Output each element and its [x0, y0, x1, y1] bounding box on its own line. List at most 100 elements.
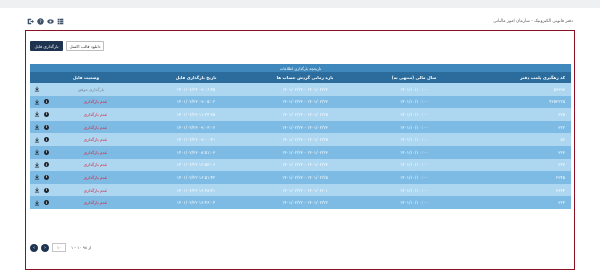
cell-status: ! عدم بارگذاری	[30, 183, 142, 197]
table-row: ! عدم بارگذاری ۱۴۰۱/۰۲/۲۳ ۱۱:۲۴:۳۵ ۱۴۰۱/…	[30, 108, 572, 121]
help-icon[interactable]: ?	[37, 18, 44, 25]
status-badge: عدم بارگذاری	[83, 99, 108, 105]
cell-registration-code: ۵۶	[468, 133, 572, 146]
table-row: ! عدم بارگذاری ۱۴۰۱/۰۲/۲۳ ۰۹:۰۳:۰۲ ۱۴۰۱/…	[30, 120, 572, 134]
page-size-select[interactable]: ۱۰	[52, 243, 66, 252]
pagination-info: ۱ - ۱۰ از ۹۸	[71, 245, 92, 250]
cell-period: ۱۴۰۱/۰۲/۲۳ - ۱۴۰۱/۰۲/۲۳	[250, 120, 360, 134]
cell-fiscal-year: ۱۴۰۱/۱۰/۱ ۰:۰۰	[360, 108, 468, 121]
cell-upload-date: ۱۴۰۱/۰۲/۲۳ ۱۱:۲۴:۳۵	[142, 108, 250, 121]
cell-upload-date: ۱۴۰۱/۰۲/۲۳ ۰۹:۰۳:۰۲	[142, 120, 250, 134]
table-row: ! عدم بارگذاری ۱۴۰۱/۰۲/۲۳ ۰۸:۵۱:۰۳ ۱۴۰۱/…	[30, 145, 572, 159]
cell-fiscal-year: ۱۴۰۱/۱۰/۱ ۰:۰۰	[360, 120, 468, 134]
cell-registration-code: ۳۲۳	[468, 145, 572, 159]
cell-period: ۱۴۰۱/۰۲/۲۳ - ۱۴۰۱/۰۲/۲۳	[250, 158, 360, 172]
cell-period: ۱۴۰۱/۰۲/۲۳ - ۱۴۰۱/۰۲/۲۳	[250, 145, 360, 159]
row-actions: !	[30, 174, 49, 180]
cell-fiscal-year: ۱۴۰۱/۱۰/۱ ۰:۰۰	[360, 95, 468, 109]
cell-period: ۱۴۰۱/۰۲/۲۳ - ۱۴۰۱/۰۲/۲۵	[250, 171, 360, 184]
menu-grid-icon[interactable]	[57, 18, 64, 25]
status-badge: عدم بارگذاری	[83, 200, 108, 206]
row-actions: !	[30, 124, 49, 130]
cell-period: ۱۴۰۱/۰۲/۲۳ - ۱۴۰۱/۰۲/۲۳	[250, 95, 360, 109]
app-title: دفتر قانونی الکترونیک - سازمان امور مالی…	[493, 19, 573, 24]
upload-file-button[interactable]: بارگذاری فایل	[30, 41, 63, 51]
cell-registration-code: ۵۶۳۹۳	[468, 83, 572, 96]
cell-fiscal-year: ۱۴۰۱/۱۰/۱ ۰:۰۰	[360, 133, 468, 146]
download-icon[interactable]	[34, 124, 40, 130]
cell-upload-date: ۱۴۰۱/۰۲/۲۳ ۰۹:۰۵:۰۲	[142, 95, 250, 109]
download-icon[interactable]	[34, 187, 40, 193]
status-badge: بارگذاری موفق	[77, 86, 105, 92]
download-icon[interactable]	[34, 111, 40, 117]
cell-period: ۱۴۰۱/۰۲/۲۳ - ۱۴۰۱/۰۲/۲۳	[250, 83, 360, 96]
cell-upload-date: ۱۴۰۱/۰۲/۲۳ ۰۹:۰۰:۴۱	[142, 133, 250, 146]
pagination: ‹ › ۱۰ ۱ - ۱۰ از ۹۸	[30, 243, 91, 252]
cell-status: بارگذاری موفق	[30, 83, 142, 96]
table-row: بارگذاری موفق ۱۴۰۱/۰۲/۲۴ ۰۹:۰۶:۴۵ ۱۴۰۱/۰…	[30, 83, 572, 96]
row-actions: !	[30, 162, 49, 168]
row-actions: !	[30, 99, 49, 105]
table-row: ! عدم بارگذاری ۱۴۰۱/۰۲/۲۳ ۰۹:۰۵:۰۲ ۱۴۰۱/…	[30, 95, 572, 109]
cell-upload-date: ۱۴۰۱/۰۲/۲۴ ۰۹:۰۶:۴۵	[142, 83, 250, 96]
status-badge: عدم بارگذاری	[83, 162, 108, 168]
row-actions: !	[30, 200, 49, 206]
cell-registration-code: ۴۲۵۲۲۲۵	[468, 95, 572, 109]
download-icon[interactable]	[34, 162, 40, 168]
cell-period: ۱۴۰۱/۰۲/۲۲ - ۱۴۰۱/۰۲/۰۱	[250, 183, 360, 197]
cell-period: ۱۴۰۱/۰۲/۲۳ - ۱۴۰۱/۰۲/۲۵	[250, 108, 360, 121]
cell-fiscal-year: ۱۴۰۱/۱۰/۱ ۰:۰۰	[360, 83, 468, 96]
cell-period: ۱۴۰۱/۰۲/۲۲ - ۱۴۰۱/۰۲/۲۲	[250, 196, 360, 209]
cell-upload-date: ۱۴۰۱/۰۲/۲۳ ۰۸:۵۱:۰۳	[142, 145, 250, 159]
cell-fiscal-year: ۱۴۰۱/۱۰/۱ ۰:۰۰	[360, 158, 468, 172]
cell-fiscal-year: ۱۴۰۱/۱۰/۱ ۰:۰۰	[360, 171, 468, 184]
cell-registration-code: ۳۲۴	[468, 196, 572, 209]
cell-registration-code: ۳۲۵	[468, 108, 572, 121]
browser-top-strip	[0, 0, 600, 8]
status-badge: عدم بارگذاری	[83, 124, 108, 130]
download-excel-template-button[interactable]: دانلود قالب اکسل	[66, 41, 104, 51]
download-icon[interactable]	[34, 200, 40, 206]
column-header-registration-code[interactable]: کد رهگیری پلمب دفتر	[468, 72, 572, 83]
table-row: ! عدم بارگذاری ۱۴۰۱/۰۲/۲۳ ۰۹:۰۰:۴۱ ۱۴۰۱/…	[30, 133, 572, 146]
table-row: ! عدم بارگذاری ۱۴۰۱/۰۲/۲۲ ۱۶:۵۳:۰۶ ۱۴۰۱/…	[30, 158, 572, 172]
status-badge: عدم بارگذاری	[83, 149, 108, 155]
toolbar: ?	[27, 18, 64, 25]
cell-registration-code: ۲۳۴۵	[468, 171, 572, 184]
download-icon[interactable]	[34, 99, 40, 105]
status-badge: عدم بارگذاری	[83, 137, 108, 143]
cell-upload-date: ۱۴۰۱/۰۲/۲۲ ۱۶:۵۳:۰۶	[142, 158, 250, 172]
cell-period: ۱۴۰۱/۰۲/۲۳ - ۱۴۰۱/۰۲/۲۵	[250, 133, 360, 146]
row-actions: !	[30, 149, 49, 155]
cell-status: ! عدم بارگذاری	[30, 145, 142, 159]
cell-fiscal-year: ۱۴۰۱/۱۰/۱ ۰:۰۰	[360, 145, 468, 159]
cell-upload-date: ۱۴۰۱/۰۲/۲۲ ۱۶:۵۱:۴۲	[142, 171, 250, 184]
upload-history-panel: بارگذاری فایل دانلود قالب اکسل تاریخچه ب…	[25, 30, 575, 270]
eye-icon[interactable]	[47, 18, 54, 25]
column-header-upload-date[interactable]: تاریخ بارگذاری فایل	[142, 72, 250, 83]
column-header-status[interactable]: وضعیت فایل	[30, 72, 142, 83]
row-actions: !	[30, 187, 49, 193]
cell-status: ! عدم بارگذاری	[30, 158, 142, 172]
cell-fiscal-year: ۱۴۰۱/۱۰/۱ ۰:۰۰	[360, 183, 468, 197]
exit-icon[interactable]	[27, 18, 34, 25]
next-page-button[interactable]: ›	[41, 243, 49, 252]
cell-status: ! عدم بارگذاری	[30, 120, 142, 134]
cell-status: ! عدم بارگذاری	[30, 196, 142, 209]
status-badge: عدم بارگذاری	[83, 174, 108, 180]
table-row: ! عدم بارگذاری ۱۴۰۱/۰۲/۲۲ ۱۶:۵۱:۴۲ ۱۴۰۱/…	[30, 171, 572, 184]
row-actions	[30, 86, 40, 92]
column-header-period[interactable]: بازه زمانی گردش حساب ها	[250, 72, 360, 83]
download-icon[interactable]	[34, 174, 40, 180]
download-icon[interactable]	[34, 137, 40, 143]
status-badge: عدم بارگذاری	[83, 111, 108, 117]
cell-status: ! عدم بارگذاری	[30, 108, 142, 121]
cell-status: ! عدم بارگذاری	[30, 133, 142, 146]
cell-fiscal-year: ۱۴۰۱/۱۰/۱ ۰:۰۰	[360, 196, 468, 209]
download-icon[interactable]	[34, 149, 40, 155]
column-header-fiscal-year[interactable]: سال مالی (منتهی به)	[360, 72, 468, 83]
previous-page-button[interactable]: ‹	[30, 243, 38, 252]
table-caption: تاریخچه بارگذاری اطلاعات	[30, 64, 572, 72]
cell-status: ! عدم بارگذاری	[30, 95, 142, 109]
cell-registration-code: ۳۲۳	[468, 158, 572, 172]
